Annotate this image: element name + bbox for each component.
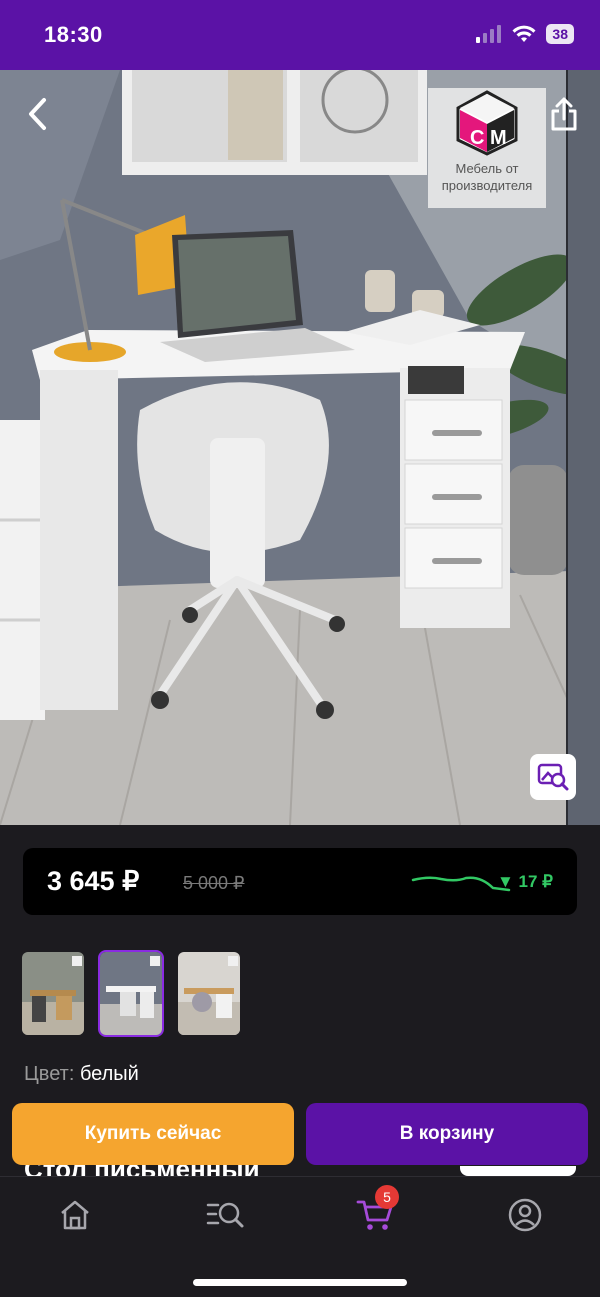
- price-old: 5 000 ₽: [183, 873, 245, 893]
- signal-icon: [476, 25, 502, 43]
- tab-catalog[interactable]: [195, 1193, 255, 1237]
- image-search-icon: [537, 763, 569, 791]
- back-button[interactable]: [18, 92, 58, 136]
- tab-home[interactable]: [45, 1193, 105, 1237]
- add-to-cart-button[interactable]: В корзину: [306, 1103, 588, 1165]
- brand-logo: С М Мебель от производителя: [428, 88, 546, 208]
- color-value: белый: [79, 1063, 139, 1085]
- home-icon: [61, 1200, 89, 1230]
- chevron-left-icon: [29, 98, 46, 130]
- thumbnail-2[interactable]: [98, 950, 164, 1037]
- tab-profile[interactable]: [495, 1193, 555, 1237]
- svg-text:М: М: [490, 127, 507, 149]
- price-current: 3 645 ₽: [47, 866, 140, 896]
- thumbnail-strip: [20, 950, 242, 1037]
- wifi-icon: [512, 25, 536, 42]
- tab-cart[interactable]: 5: [345, 1185, 405, 1237]
- next-image-peek[interactable]: [566, 70, 600, 825]
- profile-icon: [508, 1198, 542, 1232]
- hidden-action-button[interactable]: [460, 1166, 576, 1176]
- status-bar: 18:30 38: [0, 0, 600, 70]
- share-icon: [551, 97, 577, 131]
- battery-icon: 38: [546, 24, 574, 44]
- thumbnail-3[interactable]: [176, 950, 242, 1037]
- color-label: Цвет:: [24, 1063, 75, 1085]
- cart-badge: 5: [375, 1185, 399, 1209]
- home-indicator: [193, 1279, 407, 1286]
- catalog-search-icon: [206, 1202, 244, 1228]
- price-trend-sparkline: [411, 876, 511, 892]
- status-time: 18:30: [44, 22, 103, 47]
- brand-logo-text: Мебель от производителя: [441, 161, 533, 193]
- status-icons: 38: [476, 24, 574, 44]
- thumbnail-1[interactable]: [20, 950, 86, 1037]
- brand-logo-mark: С М: [456, 90, 518, 156]
- price-drop: ▼ 17 ₽: [497, 872, 553, 891]
- buy-now-button[interactable]: Купить сейчас: [12, 1103, 294, 1165]
- product-photo[interactable]: С М Мебель от производителя: [0, 70, 600, 825]
- price-card[interactable]: 3 645 ₽ 5 000 ₽ ▼ 17 ₽: [23, 848, 577, 915]
- svg-text:С: С: [470, 127, 484, 149]
- visual-search-button[interactable]: [530, 754, 576, 800]
- share-button[interactable]: [544, 92, 584, 136]
- color-row[interactable]: Цвет: белый: [24, 1063, 139, 1086]
